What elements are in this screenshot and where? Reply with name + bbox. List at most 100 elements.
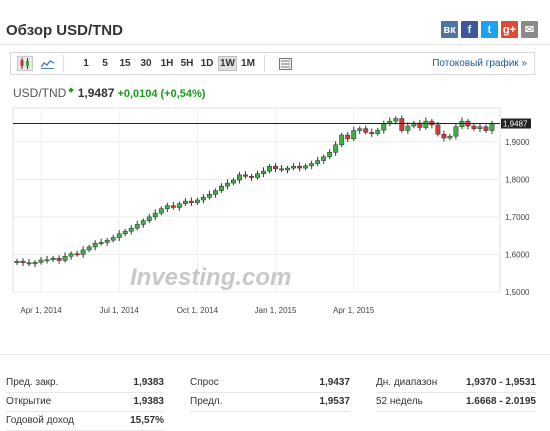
candle-body [447,135,453,139]
candle-body [32,262,38,265]
candle-body [339,134,345,146]
candle-body [98,242,104,244]
x-tick-label: Oct 1, 2014 [177,306,219,315]
y-tick-label: 1,9000 [505,138,530,147]
candle-body [357,128,363,131]
stat-row: 52 недель 1.6668 - 2.0195 [376,393,536,412]
page-title: Обзор USD/TND [6,22,123,39]
candle-body [74,253,80,256]
timeframe-1d[interactable]: 1D [198,56,216,71]
candle-body [363,128,369,133]
ask-value: 1,9537 [319,396,350,407]
candle-body [116,233,122,238]
candle-body [381,123,387,131]
y-tick-label: 1,7000 [505,213,530,222]
current-price-label: 1,9487 [503,120,528,129]
candle-body [249,176,254,178]
candle-body [285,167,291,171]
stat-row: Пред. закр. 1,9383 [6,374,164,393]
day-range-label: Дн. диапазон [376,377,438,388]
yearly-return-label: Годовой доход [6,415,74,426]
x-tick-label: Jan 1, 2015 [255,306,297,315]
bid-label: Спрос [190,377,219,388]
week52-range-value: 1.6668 - 2.0195 [465,396,536,407]
y-tick-label: 1,8000 [505,175,530,184]
candle-body [435,124,441,135]
candle-body [140,220,146,225]
stat-row: Годовой доход 15,57% [6,412,164,431]
candle-body [62,256,68,261]
day-range-value: 1,9370 - 1,9531 [465,377,536,388]
candle-body [158,208,164,214]
area-chart-icon[interactable] [39,56,55,71]
timeframe-30[interactable]: 30 [137,56,155,71]
googleplus-icon[interactable]: g+ [501,21,518,38]
candle-body [261,170,266,174]
up-arrow-icon: ◆ [68,87,74,94]
candle-body [471,125,477,129]
candle-body [423,120,429,128]
candle-body [20,260,26,263]
candle-body [26,262,32,265]
candle-body [351,130,357,140]
candle-body [453,126,459,137]
candle-body [224,182,230,187]
candle-body [50,257,56,260]
open-value: 1,9383 [133,396,164,407]
candle-body [200,197,206,201]
streaming-chart-link[interactable]: Потоковый график » [432,58,527,69]
price-chart[interactable]: Investing.com 1,9487 1,90001,80001,70001… [0,100,550,325]
candle-body [345,134,351,140]
twitter-icon[interactable]: t [481,21,498,38]
week52-range-label: 52 недель [376,396,423,407]
candle-body [279,168,285,171]
candle-body [477,126,483,129]
stat-row: Спрос 1,9437 [190,374,350,393]
candle-body [182,200,188,205]
prev-close-value: 1,9383 [133,377,164,388]
vk-icon[interactable]: вк [441,21,458,38]
open-label: Открытие [6,396,52,407]
x-axis: Apr 1, 2014 Jul 1, 2014 Oct 1, 2014 Jan 1, … [20,306,375,315]
header-divider [0,44,550,45]
x-tick-label: Apr 1, 2014 [20,306,62,315]
candle-body [152,212,158,218]
candle-body [188,200,194,203]
candle-body [110,237,116,241]
candle-body [315,160,321,164]
timeframe-1h[interactable]: 1H [158,56,176,71]
candle-body [86,246,92,251]
settings-panel-icon[interactable] [277,56,293,71]
stats-column-1: Пред. закр. 1,9383 Открытие 1,9383 Годовой… [6,374,164,431]
timeframe-15[interactable]: 15 [116,56,134,71]
candle-body [38,259,44,263]
candle-body [243,174,248,177]
candle-body [237,174,242,181]
timeframe-1w[interactable]: 1W [218,56,237,71]
y-tick-label: 1,6000 [505,250,530,259]
candle-body [393,118,399,122]
candle-body [309,163,315,167]
candle-body [44,259,50,262]
candle-body [122,230,128,235]
timeframe-5[interactable]: 5 [98,56,112,71]
candle-body [483,126,489,131]
last-price: 1,9487 [77,86,115,100]
candle-body [146,216,152,221]
email-icon[interactable]: ✉ [521,21,538,38]
facebook-icon[interactable]: f [461,21,478,38]
yearly-return-value: 15,57% [130,415,164,426]
stat-row: Дн. диапазон 1,9370 - 1,9531 [376,374,536,393]
price-change: +0,0104 [117,88,158,100]
bid-value: 1,9437 [319,377,350,388]
timeframe-1m[interactable]: 1M [239,56,257,71]
currency-pair: USD/TND [13,86,67,100]
candle-body [194,199,200,203]
candle-body [405,125,411,131]
candle-body [303,165,309,169]
timeframe-1[interactable]: 1 [79,56,93,71]
stat-row: Открытие 1,9383 [6,393,164,412]
timeframe-5h[interactable]: 5H [178,56,196,71]
candlestick-chart-icon[interactable] [17,56,33,71]
candle-body [375,129,381,134]
